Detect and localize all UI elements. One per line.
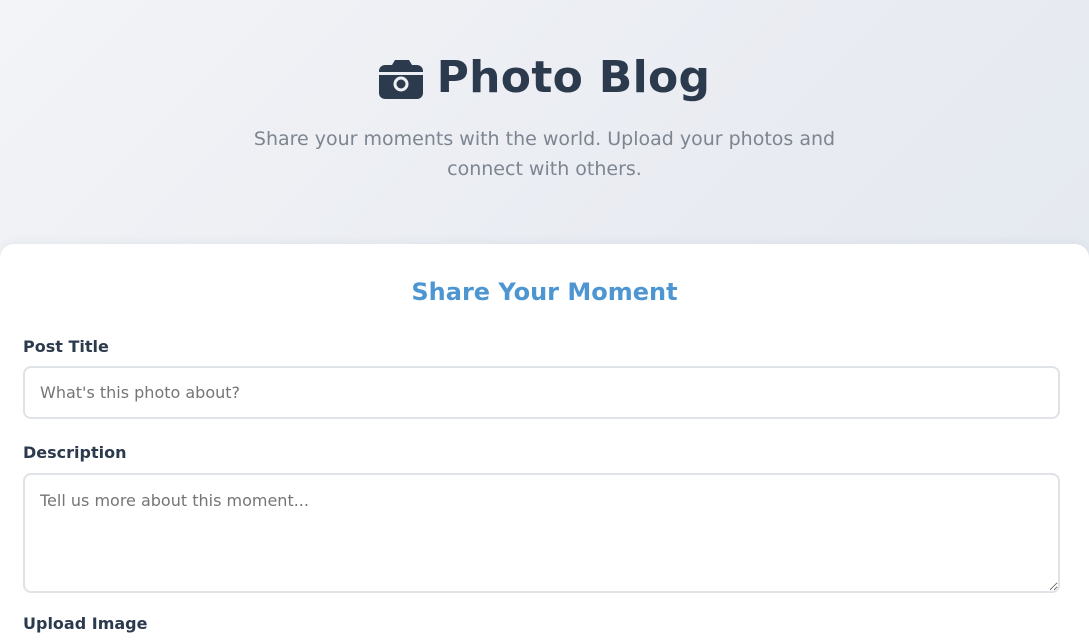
post-title-label: Post Title (23, 337, 109, 356)
description-label: Description (23, 443, 127, 462)
form-heading: Share Your Moment (411, 278, 678, 306)
upload-image-label: Upload Image (23, 614, 148, 633)
description-textarea[interactable] (23, 473, 1060, 593)
title-row: Photo Blog (0, 52, 1089, 104)
page-header: Photo Blog Share your moments with the w… (0, 0, 1089, 244)
post-form-card: Share Your Moment Post Title Description… (0, 244, 1089, 644)
camera-icon (378, 57, 423, 99)
site-title: Photo Blog (436, 52, 711, 103)
post-title-input[interactable] (23, 366, 1060, 419)
site-tagline: Share your moments with the world. Uploa… (253, 128, 836, 180)
